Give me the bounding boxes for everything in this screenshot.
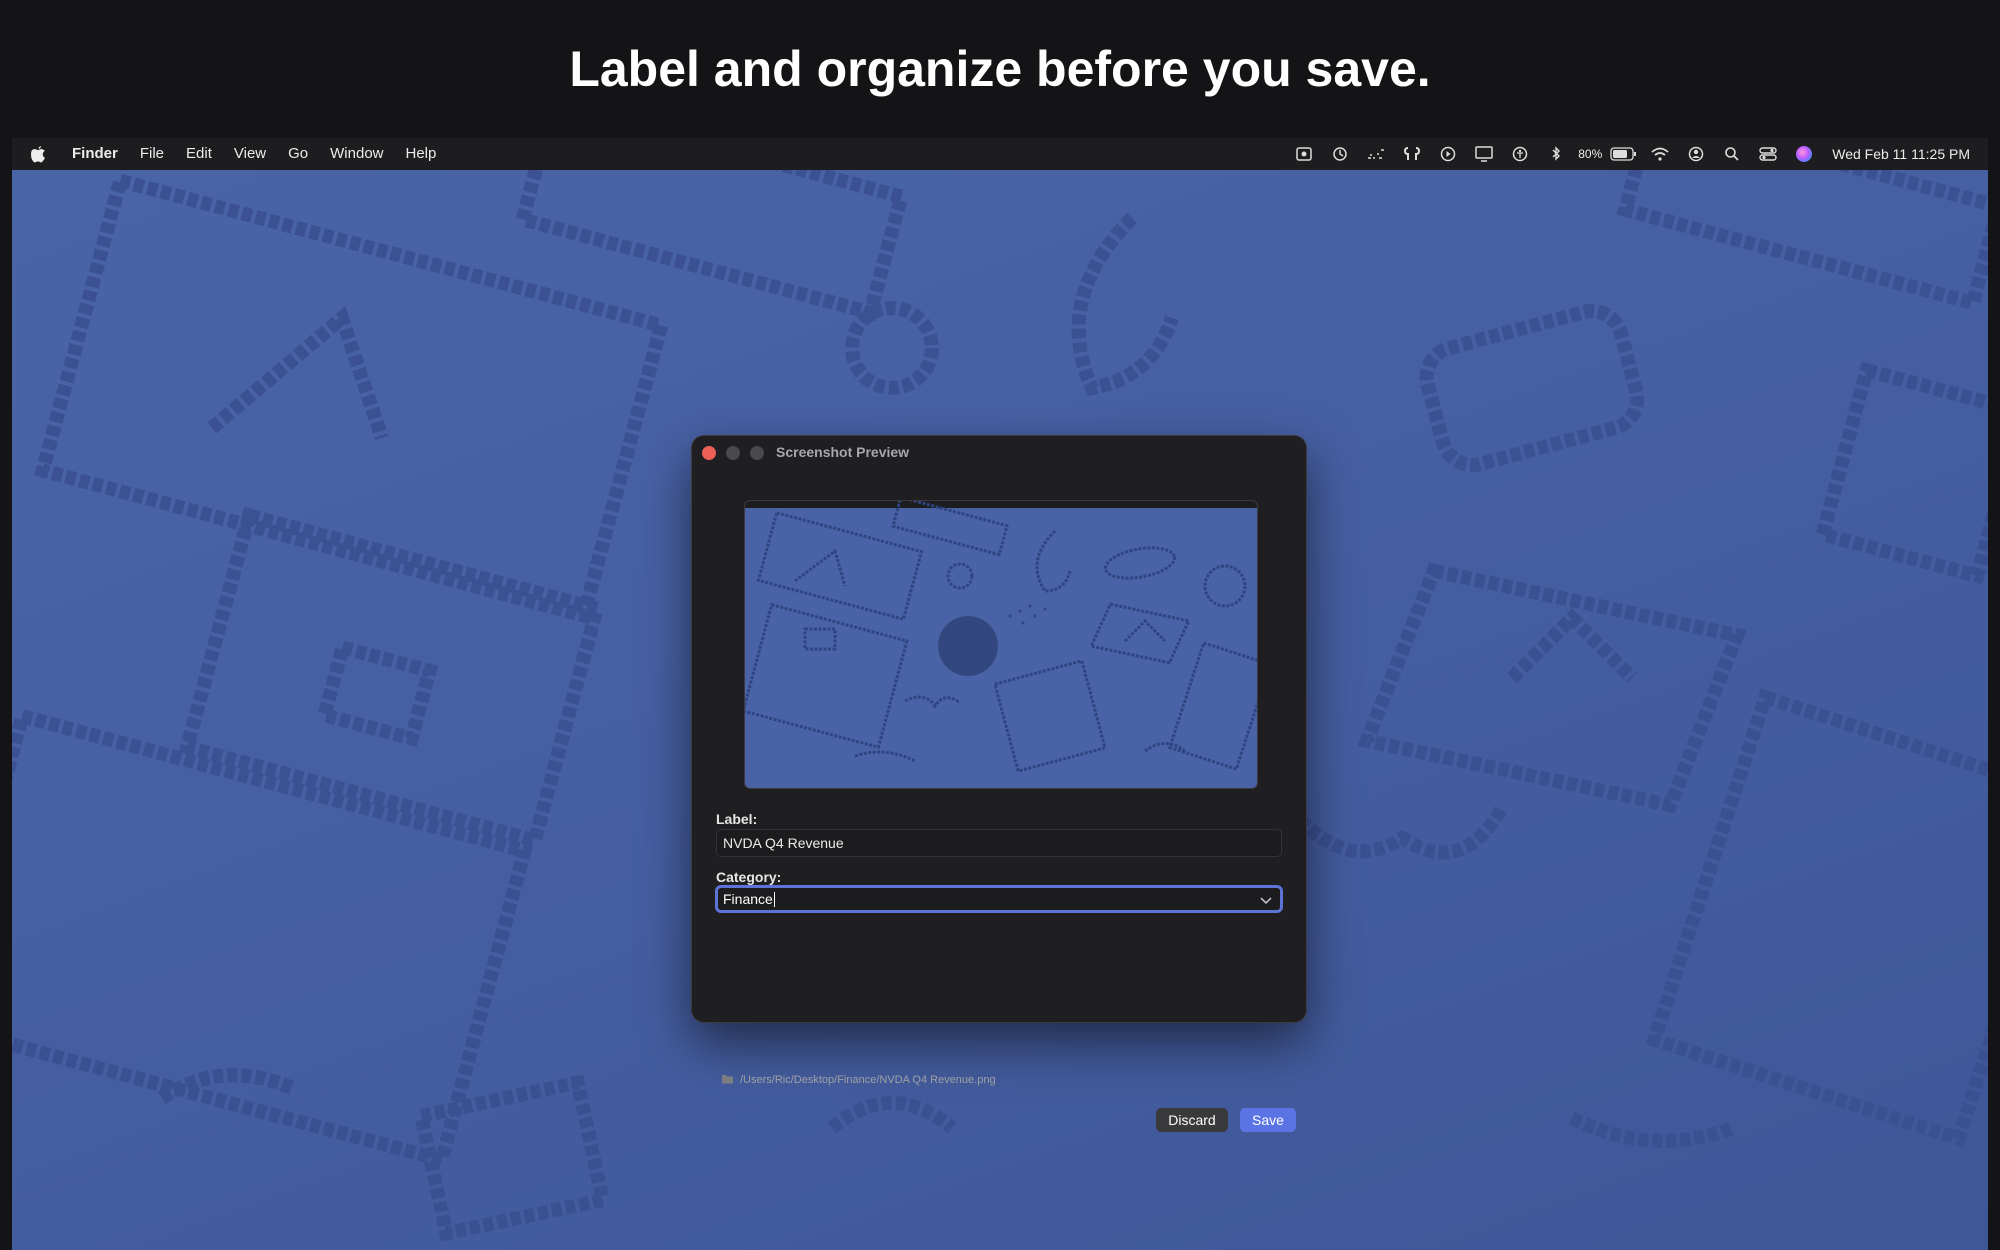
label-input[interactable]: [716, 829, 1282, 857]
menu-go[interactable]: Go: [277, 138, 319, 170]
siri-icon[interactable]: [1786, 138, 1822, 170]
desktop-screen: Finder File Edit View Go Window Help 80%…: [12, 138, 1988, 1250]
airpods-icon[interactable]: [1394, 138, 1430, 170]
time-machine-icon[interactable]: [1322, 138, 1358, 170]
menu-view[interactable]: View: [223, 138, 277, 170]
save-path: /Users/Ric/Desktop/Finance/NVDA Q4 Reven…: [740, 1074, 996, 1086]
screenshot-icon[interactable]: [1286, 138, 1322, 170]
bluetooth-icon[interactable]: [1538, 138, 1574, 170]
accessibility-icon[interactable]: [1502, 138, 1538, 170]
zoom-window-button[interactable]: [750, 446, 764, 460]
battery-icon[interactable]: [1606, 138, 1642, 170]
menu-edit[interactable]: Edit: [175, 138, 223, 170]
category-value: Finance: [723, 891, 773, 907]
play-icon[interactable]: [1430, 138, 1466, 170]
menu-window[interactable]: Window: [319, 138, 394, 170]
user-icon[interactable]: [1678, 138, 1714, 170]
dialog-title: Screenshot Preview: [776, 444, 910, 460]
apple-icon[interactable]: [30, 145, 46, 163]
category-combobox[interactable]: Finance: [715, 885, 1283, 913]
menu-finder[interactable]: Finder: [60, 138, 129, 170]
headline: Label and organize before you save.: [569, 41, 1431, 97]
save-path-row: /Users/Ric/Desktop/Finance/NVDA Q4 Reven…: [721, 1071, 996, 1089]
thumbnail-wallpaper: [745, 501, 1257, 773]
display-icon[interactable]: [1466, 138, 1502, 170]
category-field-label: Category:: [716, 869, 782, 885]
text-cursor: [773, 891, 775, 907]
wifi-icon[interactable]: [1642, 138, 1678, 170]
search-icon[interactable]: [1714, 138, 1750, 170]
menu-file[interactable]: File: [129, 138, 175, 170]
dialog-titlebar[interactable]: Screenshot Preview: [692, 436, 1306, 468]
menu-help[interactable]: Help: [395, 138, 448, 170]
save-button[interactable]: Save: [1240, 1108, 1296, 1132]
chevron-down-icon[interactable]: [1258, 892, 1274, 908]
menubar-clock[interactable]: Wed Feb 11 11:25 PM: [1832, 146, 1970, 162]
menu-bar: Finder File Edit View Go Window Help 80%…: [12, 138, 1988, 170]
label-field-label: Label:: [716, 811, 758, 827]
minimize-window-button[interactable]: [726, 446, 740, 460]
folder-icon: [721, 1071, 734, 1089]
activity-icon[interactable]: [1358, 138, 1394, 170]
screenshot-preview-dialog: Screenshot Preview Label: NVDA Q4 Revenu…: [692, 436, 1306, 1132]
close-window-button[interactable]: [702, 446, 716, 460]
discard-button[interactable]: Discard: [1156, 1108, 1228, 1132]
screenshot-thumbnail: [744, 500, 1258, 789]
battery-percent: 80%: [1578, 147, 1603, 161]
control-center-icon[interactable]: [1750, 138, 1786, 170]
